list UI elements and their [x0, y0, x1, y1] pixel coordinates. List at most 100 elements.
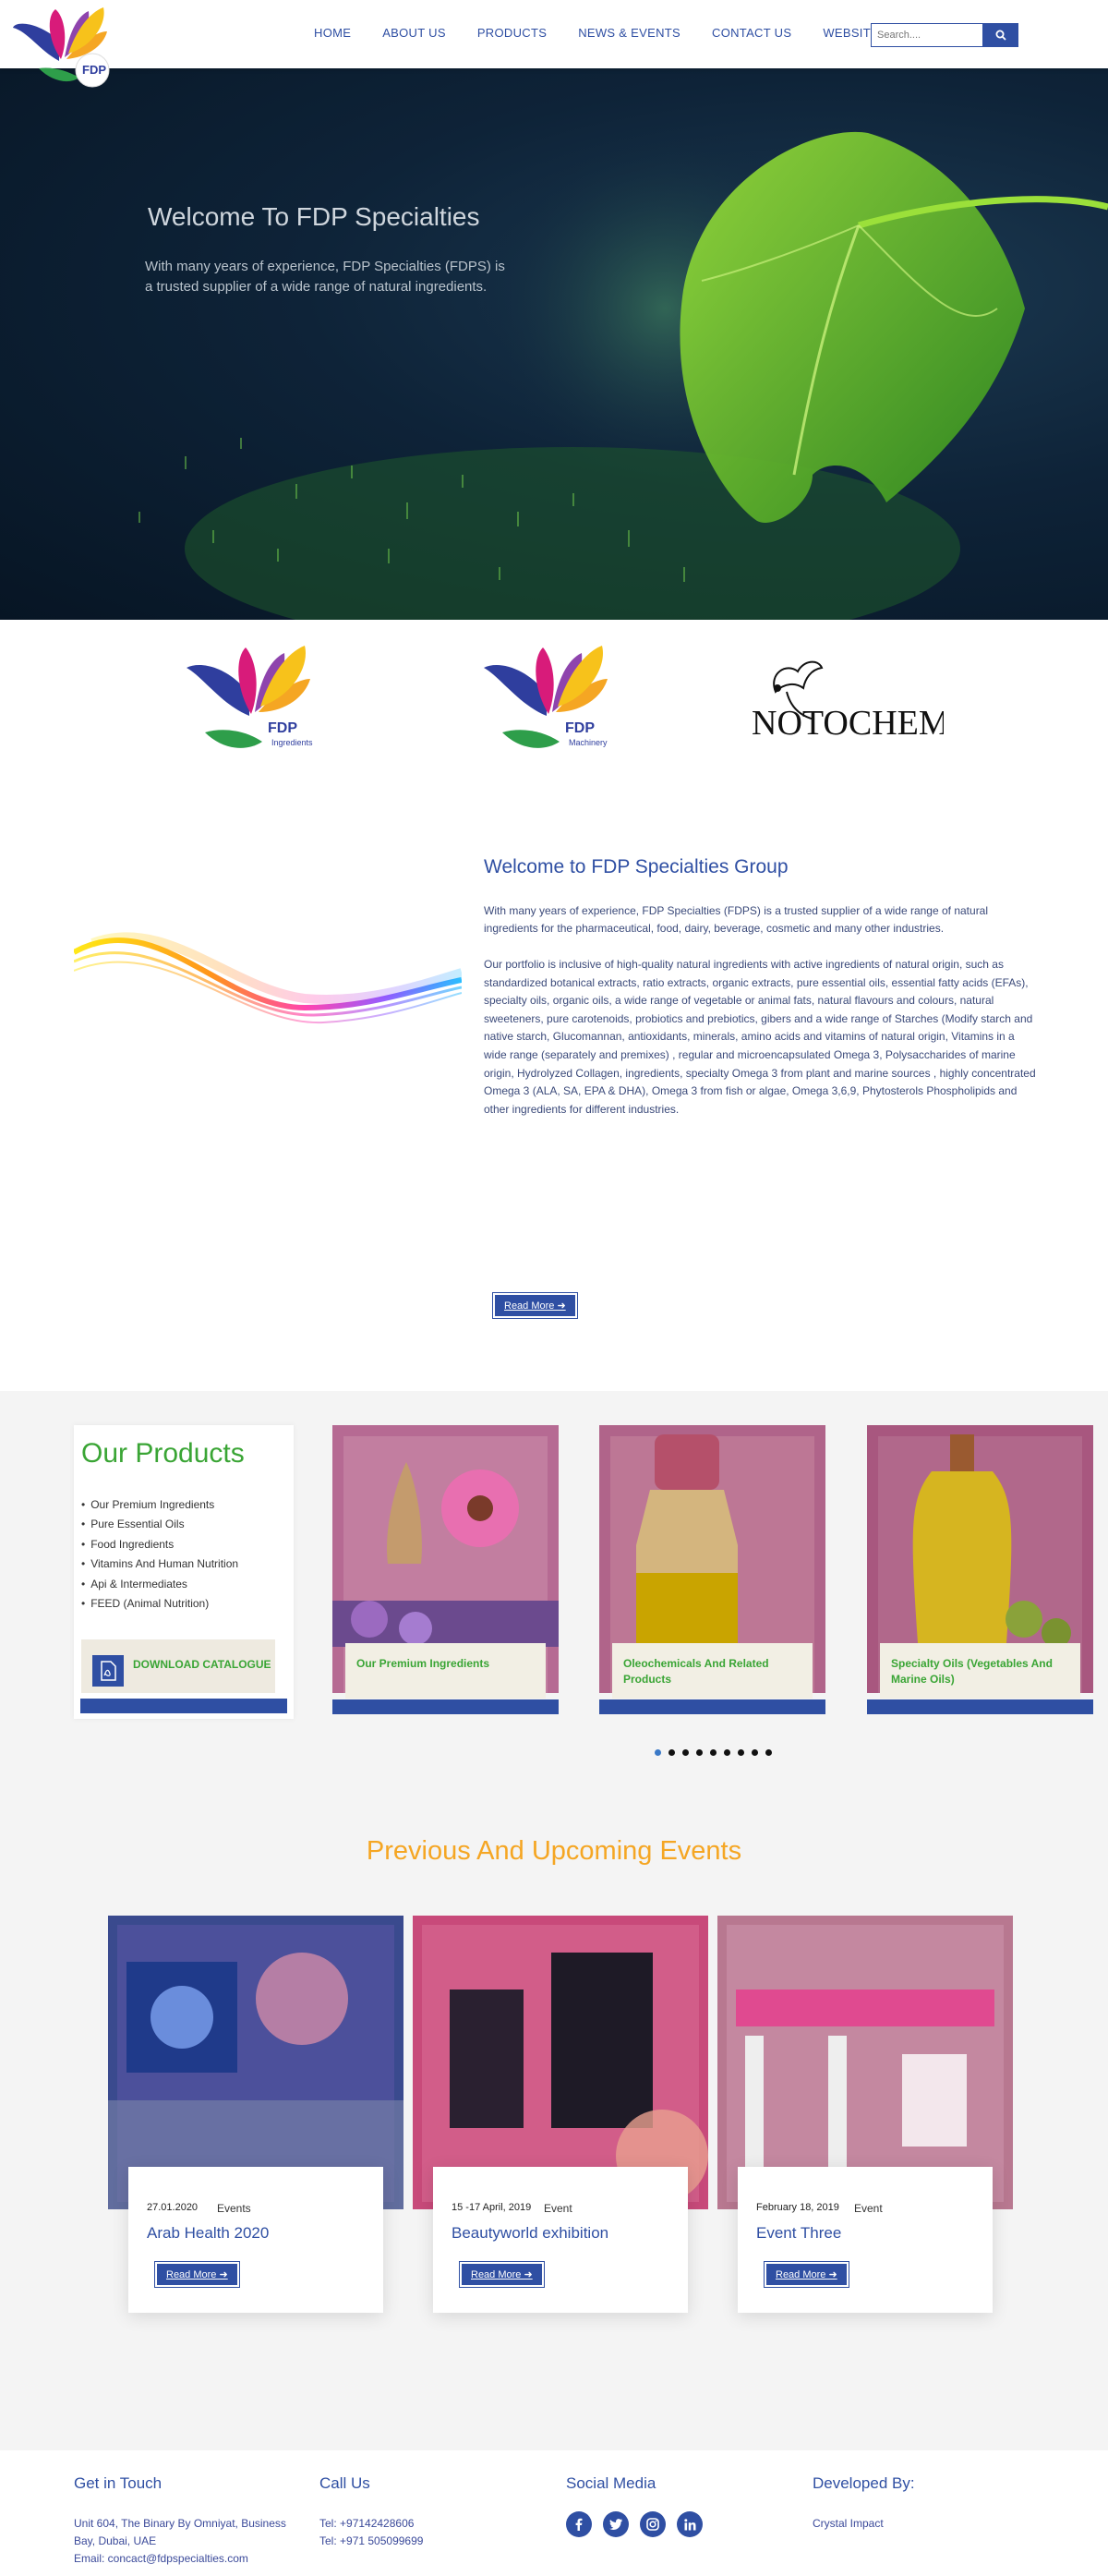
svg-text:NOTOCHEM: NOTOCHEM: [752, 704, 944, 743]
event-date: 15 -17 April, 2019: [452, 2202, 532, 2213]
welcome-intro-text: With many years of experience, FDP Speci…: [484, 904, 989, 935]
event-image: [717, 1916, 1013, 2209]
product-list-item[interactable]: FEED (Animal Nutrition): [81, 1594, 238, 1614]
event-date: February 18, 2019: [756, 2202, 839, 2213]
nav-contact-us[interactable]: CONTACT US: [712, 26, 791, 40]
welcome-wave-image: [74, 932, 462, 1024]
footer-developed-by: Developed By: Crystal Impact: [813, 2474, 915, 2533]
event-read-more-button[interactable]: Read More ➜: [764, 2261, 849, 2288]
product-list-item[interactable]: Pure Essential Oils: [81, 1515, 238, 1534]
pdf-icon: [92, 1655, 124, 1687]
footer-get-in-touch: Get in Touch Unit 604, The Binary By Omn…: [74, 2474, 295, 2568]
product-list-item[interactable]: Api & Intermediates: [81, 1575, 238, 1594]
search-button[interactable]: [983, 23, 1018, 47]
event-category: Events: [217, 2202, 251, 2215]
product-list-item[interactable]: Food Ingredients: [81, 1535, 238, 1554]
event-title[interactable]: Arab Health 2020: [147, 2224, 269, 2243]
footer-call-title: Call Us: [319, 2474, 370, 2492]
events-section: Previous And Upcoming Events 27.01.2020 …: [0, 1788, 1108, 2450]
welcome-portfolio-text: Our portfolio is inclusive of high-quali…: [484, 958, 1036, 1116]
nav-products[interactable]: PRODUCTS: [477, 26, 547, 40]
brand-notochem-logo[interactable]: NOTOCHEM: [750, 655, 950, 751]
hero-title: Welcome To FDP Specialties: [148, 202, 480, 231]
svg-text:FDP: FDP: [565, 720, 595, 736]
event-title[interactable]: Beautyworld exhibition: [452, 2224, 608, 2243]
products-list: Our Premium Ingredients Pure Essential O…: [81, 1495, 238, 1614]
product-card[interactable]: Oleochemicals And Related Products: [599, 1425, 825, 1714]
footer-touch-title: Get in Touch: [74, 2474, 163, 2492]
logo-text: FDP: [82, 63, 106, 77]
event-card: 15 -17 April, 2019 Event Beautyworld exh…: [413, 1916, 708, 2313]
nav-news-events[interactable]: NEWS & EVENTS: [578, 26, 680, 40]
carousel-dots: [655, 1749, 772, 1756]
product-card[interactable]: Our Premium Ingredients: [332, 1425, 559, 1714]
footer-tel-2[interactable]: Tel: +971 505099699: [319, 2533, 423, 2550]
event-read-more-button[interactable]: Read More ➜: [459, 2261, 545, 2288]
download-catalogue-label: DOWNLOAD CATALOGUE: [133, 1658, 271, 1671]
welcome-read-more-button[interactable]: Read More ➜: [492, 1292, 578, 1319]
product-card[interactable]: Specialty Oils (Vegetables And Marine Oi…: [867, 1425, 1093, 1714]
event-category: Event: [854, 2202, 883, 2215]
product-card-bar: [599, 1699, 825, 1714]
event-card: 27.01.2020 Events Arab Health 2020 Read …: [108, 1916, 403, 2313]
carousel-dot[interactable]: [682, 1749, 689, 1756]
footer-address: Unit 604, The Binary By Omniyat, Busines…: [74, 2517, 286, 2547]
search-box: [871, 23, 1018, 47]
carousel-dot[interactable]: [696, 1749, 703, 1756]
hero-text: With many years of experience, FDP Speci…: [145, 259, 505, 295]
event-read-more-button[interactable]: Read More ➜: [154, 2261, 240, 2288]
brand-fdp-machinery-logo[interactable]: FDP Machinery: [482, 640, 630, 764]
carousel-dot[interactable]: [752, 1749, 758, 1756]
footer-call-us: Call Us Tel: +97142428606 Tel: +971 5050…: [319, 2474, 423, 2550]
linkedin-icon[interactable]: [677, 2511, 703, 2537]
footer-tel-1[interactable]: Tel: +97142428606: [319, 2515, 423, 2533]
svg-text:FDP: FDP: [268, 720, 297, 736]
brand-fdp-ingredients-logo[interactable]: FDP Ingredients: [185, 640, 332, 764]
event-image: [413, 1916, 708, 2209]
event-info-card: February 18, 2019 Event Event Three Read…: [738, 2167, 993, 2313]
event-title[interactable]: Event Three: [756, 2224, 841, 2243]
carousel-dot[interactable]: [668, 1749, 675, 1756]
svg-text:Machinery: Machinery: [569, 738, 608, 747]
products-title: Our Products: [81, 1438, 245, 1469]
event-image: [108, 1916, 403, 2209]
hero-banner: Welcome To FDP Specialties With many yea…: [0, 68, 1108, 620]
nav-home[interactable]: HOME: [314, 26, 351, 40]
product-card-title: Oleochemicals And Related Products: [612, 1643, 813, 1699]
carousel-dot[interactable]: [655, 1749, 661, 1756]
welcome-section: Welcome to FDP Specialties Group With ma…: [0, 804, 1108, 1391]
twitter-icon[interactable]: [603, 2511, 629, 2537]
carousel-dot[interactable]: [724, 1749, 730, 1756]
event-card: February 18, 2019 Event Event Three Read…: [717, 1916, 1013, 2313]
fdp-logo[interactable]: FDP: [11, 4, 113, 92]
carousel-dot[interactable]: [738, 1749, 744, 1756]
search-icon: [995, 30, 1006, 41]
footer-dev-title: Developed By:: [813, 2474, 915, 2492]
products-panel-bar: [80, 1699, 287, 1713]
site-header: FDP HOME ABOUT US PRODUCTS NEWS & EVENTS…: [0, 0, 1108, 88]
nav-about-us[interactable]: ABOUT US: [382, 26, 446, 40]
welcome-title: Welcome to FDP Specialties Group: [484, 856, 789, 877]
product-card-title: Specialty Oils (Vegetables And Marine Oi…: [880, 1643, 1080, 1699]
product-card-title: Our Premium Ingredients: [345, 1643, 546, 1699]
carousel-dot[interactable]: [710, 1749, 717, 1756]
event-category: Event: [544, 2202, 572, 2215]
footer-dev-name[interactable]: Crystal Impact: [813, 2515, 915, 2533]
product-card-bar: [332, 1699, 559, 1714]
product-list-item[interactable]: Vitamins And Human Nutrition: [81, 1554, 238, 1574]
download-catalogue-button[interactable]: DOWNLOAD CATALOGUE: [81, 1639, 275, 1693]
svg-text:Ingredients: Ingredients: [271, 738, 313, 747]
footer-email[interactable]: Email: concact@fdpspecialties.com: [74, 2550, 295, 2568]
product-list-item[interactable]: Our Premium Ingredients: [81, 1495, 238, 1515]
products-panel: Our Products Our Premium Ingredients Pur…: [74, 1425, 294, 1719]
instagram-icon[interactable]: [640, 2511, 666, 2537]
hero-leaf-image: [138, 124, 1108, 620]
event-info-card: 15 -17 April, 2019 Event Beautyworld exh…: [433, 2167, 688, 2313]
carousel-dot[interactable]: [765, 1749, 772, 1756]
products-section: Our Products Our Premium Ingredients Pur…: [0, 1391, 1108, 1788]
search-input[interactable]: [871, 23, 983, 47]
event-info-card: 27.01.2020 Events Arab Health 2020 Read …: [128, 2167, 383, 2313]
product-card-bar: [867, 1699, 1093, 1714]
facebook-icon[interactable]: [566, 2511, 592, 2537]
event-date: 27.01.2020: [147, 2202, 199, 2213]
